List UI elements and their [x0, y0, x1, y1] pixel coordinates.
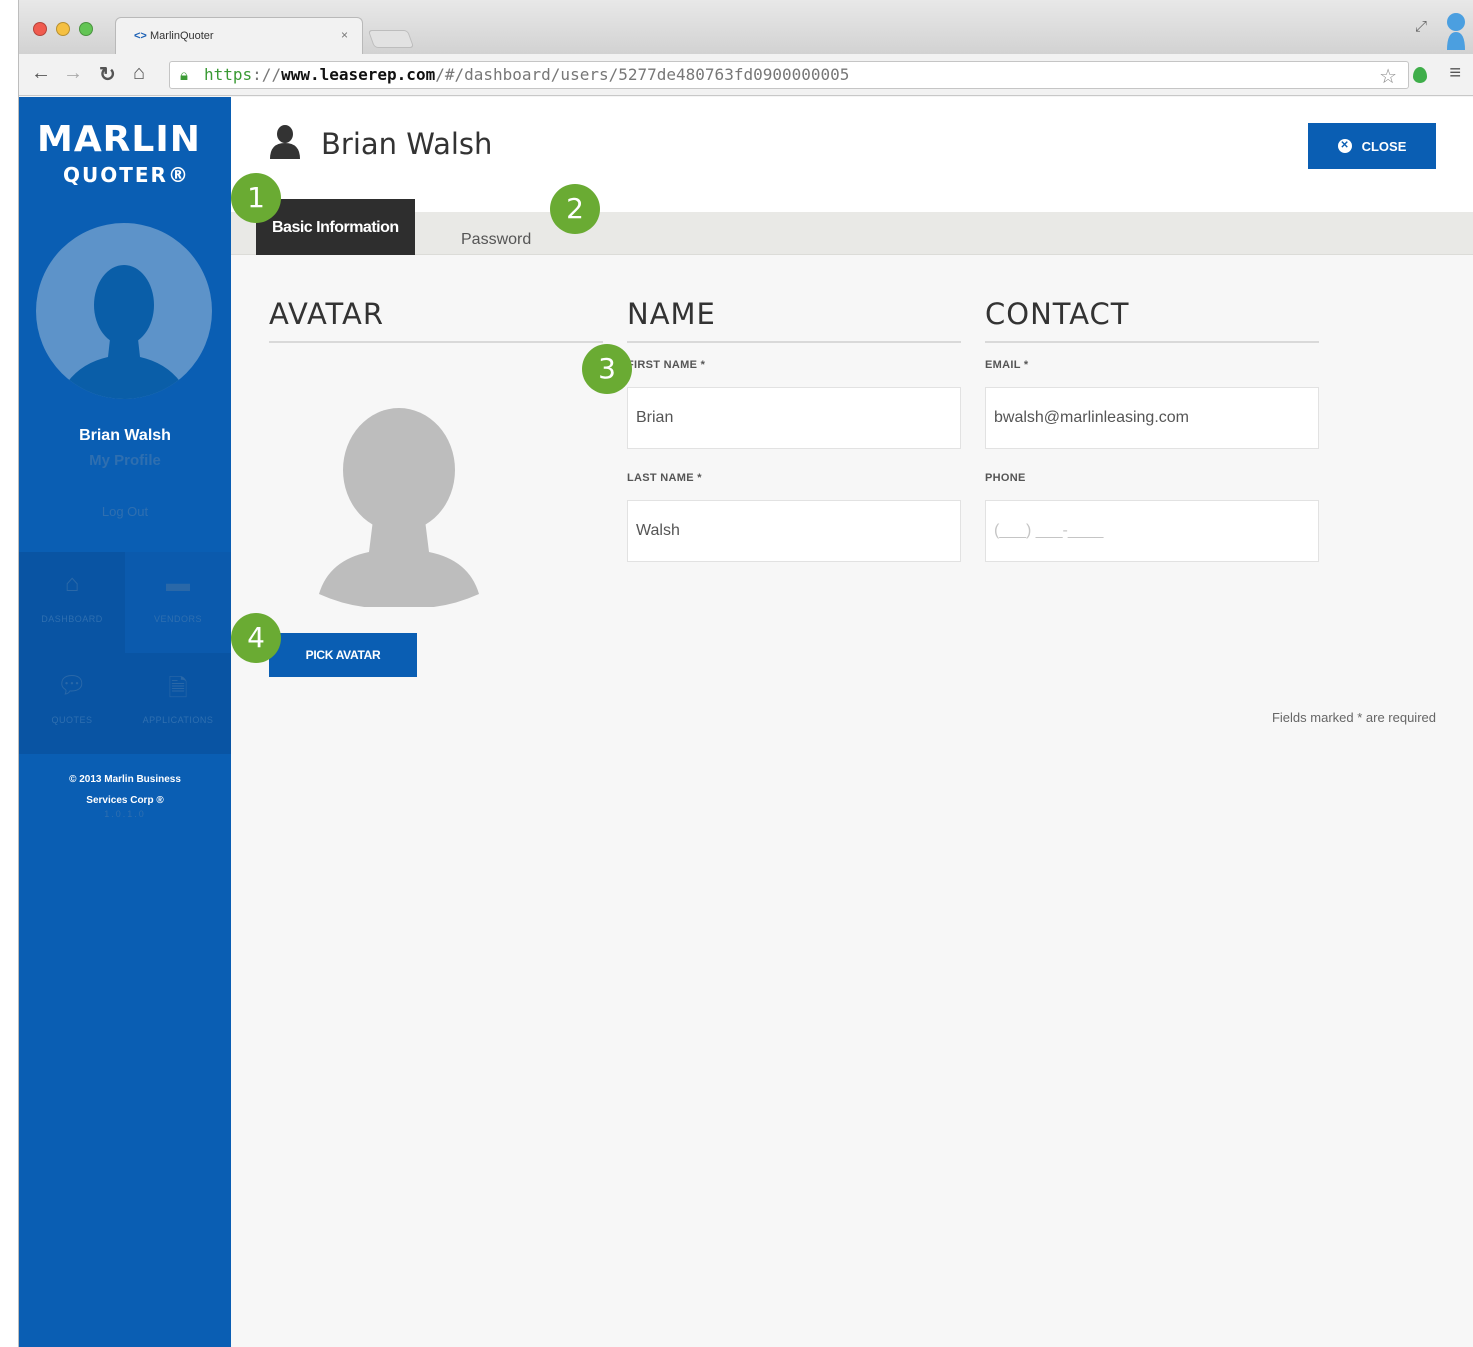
callout-3: 3	[582, 344, 632, 394]
avatar-placeholder-icon	[319, 408, 479, 607]
close-window-icon[interactable]	[33, 22, 47, 36]
browser-menu-icon[interactable]: ≡	[1449, 62, 1461, 85]
back-arrow-icon[interactable]: ←	[31, 62, 51, 85]
home-icon: ⌂	[64, 570, 80, 597]
address-bar[interactable]: 🔒︎ https://www.leaserep.com/#/dashboard/u…	[169, 61, 1409, 89]
chrome-user-icon[interactable]	[1445, 10, 1467, 50]
fullscreen-icon[interactable]: ⤢	[1415, 18, 1427, 35]
copyright-line-2: Services Corp ®	[86, 795, 164, 806]
page-title: Brian Walsh	[321, 127, 493, 161]
first-name-label: FIRST NAME *	[627, 359, 706, 371]
pick-avatar-button[interactable]: PICK AVATAR	[269, 633, 417, 677]
section-heading-contact: CONTACT	[985, 297, 1130, 331]
sidebar-nav-grid: ⌂ DASHBOARD ▬ VENDORS 💬︎ QUOTES 🗎︎ APPLI…	[19, 552, 231, 754]
required-fields-note: Fields marked * are required	[1271, 710, 1436, 725]
nav-item-dashboard[interactable]: ⌂ DASHBOARD	[19, 552, 125, 653]
browser-toolbar: ← → ↻ ⌂ 🔒︎ https://www.leaserep.com/#/das…	[19, 54, 1473, 96]
nav-label: DASHBOARD	[41, 614, 103, 624]
marlin-quoter-logo[interactable]: MARLIN QUOTER®	[37, 121, 217, 191]
callout-4: 4	[231, 613, 281, 663]
briefcase-icon: ▬	[166, 570, 190, 597]
first-name-field[interactable]	[627, 387, 961, 449]
lock-icon: 🔒︎	[180, 66, 188, 84]
sidebar-avatar[interactable]	[36, 223, 212, 399]
phone-field[interactable]	[985, 500, 1319, 562]
new-tab-button[interactable]	[367, 30, 415, 48]
browser-tab-title: MarlinQuoter	[150, 30, 214, 42]
section-heading-avatar: AVATAR	[269, 297, 385, 331]
marlin-favicon-icon: <>	[134, 30, 147, 42]
close-icon: ✕	[1337, 139, 1352, 153]
section-divider	[269, 341, 603, 343]
reload-icon[interactable]: ↻	[99, 62, 116, 87]
nav-item-vendors[interactable]: ▬ VENDORS	[125, 552, 231, 653]
browser-tab[interactable]: <> MarlinQuoter ×	[115, 17, 363, 54]
email-field[interactable]	[985, 387, 1319, 449]
bookmark-star-icon[interactable]: ☆	[1379, 64, 1397, 89]
profile-tabs: Basic Information Password	[231, 199, 1473, 255]
url-separator: ://	[252, 65, 282, 84]
browser-tabstrip: <> MarlinQuoter × ⤢	[19, 0, 1473, 54]
forward-arrow-icon[interactable]: →	[63, 62, 83, 85]
document-icon: 🗎︎	[168, 675, 188, 702]
logo-brand-text: MARLIN	[37, 119, 201, 160]
url-path: /#/dashboard/users/5277de480763fd0900000…	[435, 65, 850, 84]
close-button[interactable]: ✕ CLOSE	[1308, 123, 1436, 169]
page-header: Brian Walsh ✕ CLOSE	[231, 97, 1473, 212]
last-name-label: LAST NAME *	[627, 472, 702, 484]
app-version: 1.0.1.0	[104, 809, 146, 819]
my-profile-link[interactable]: My Profile	[19, 452, 231, 469]
logo-sub-text: QUOTER®	[63, 163, 190, 187]
callout-1: 1	[231, 173, 281, 223]
sidebar-copyright: © 2013 Marlin Business Services Corp ®	[19, 769, 231, 811]
log-out-link[interactable]: Log Out	[19, 504, 231, 519]
browser-window: <> MarlinQuoter × ⤢ ← → ↻ ⌂ 🔒︎ https://ww…	[18, 0, 1473, 1347]
zoom-window-icon[interactable]	[79, 22, 93, 36]
minimize-window-icon[interactable]	[56, 22, 70, 36]
email-label: EMAIL *	[985, 359, 1029, 371]
tab-basic-information[interactable]: Basic Information	[256, 199, 415, 255]
nav-label: APPLICATIONS	[142, 715, 214, 725]
last-name-field[interactable]	[627, 500, 961, 562]
sidebar-user-name: Brian Walsh	[79, 427, 171, 444]
section-divider	[985, 341, 1319, 343]
url-domain: www.leaserep.com	[281, 65, 436, 84]
section-heading-name: NAME	[627, 297, 716, 331]
chat-icon: 💬︎	[56, 672, 88, 699]
close-button-label: CLOSE	[1361, 138, 1407, 154]
url-scheme: https	[204, 65, 253, 84]
nav-item-applications[interactable]: 🗎︎ APPLICATIONS	[125, 653, 231, 754]
app-sidebar: MARLIN QUOTER® Brian Walsh My Profile Lo…	[19, 97, 231, 1347]
section-divider	[627, 341, 961, 343]
user-silhouette-icon	[58, 265, 190, 399]
tab-close-icon[interactable]: ×	[341, 28, 348, 42]
user-icon	[270, 125, 300, 159]
nav-label: VENDORS	[153, 614, 202, 624]
copyright-line-1: © 2013 Marlin Business	[69, 774, 181, 785]
main-content: Brian Walsh ✕ CLOSE Basic Information Pa…	[231, 97, 1473, 1347]
home-page-icon[interactable]: ⌂	[133, 62, 145, 85]
nav-item-quotes[interactable]: 💬︎ QUOTES	[19, 653, 125, 754]
phone-label: PHONE	[985, 472, 1026, 484]
extension-leaf-icon[interactable]	[1413, 67, 1427, 83]
nav-label: QUOTES	[51, 715, 93, 725]
callout-2: 2	[550, 184, 600, 234]
tab-password[interactable]: Password	[445, 218, 547, 261]
